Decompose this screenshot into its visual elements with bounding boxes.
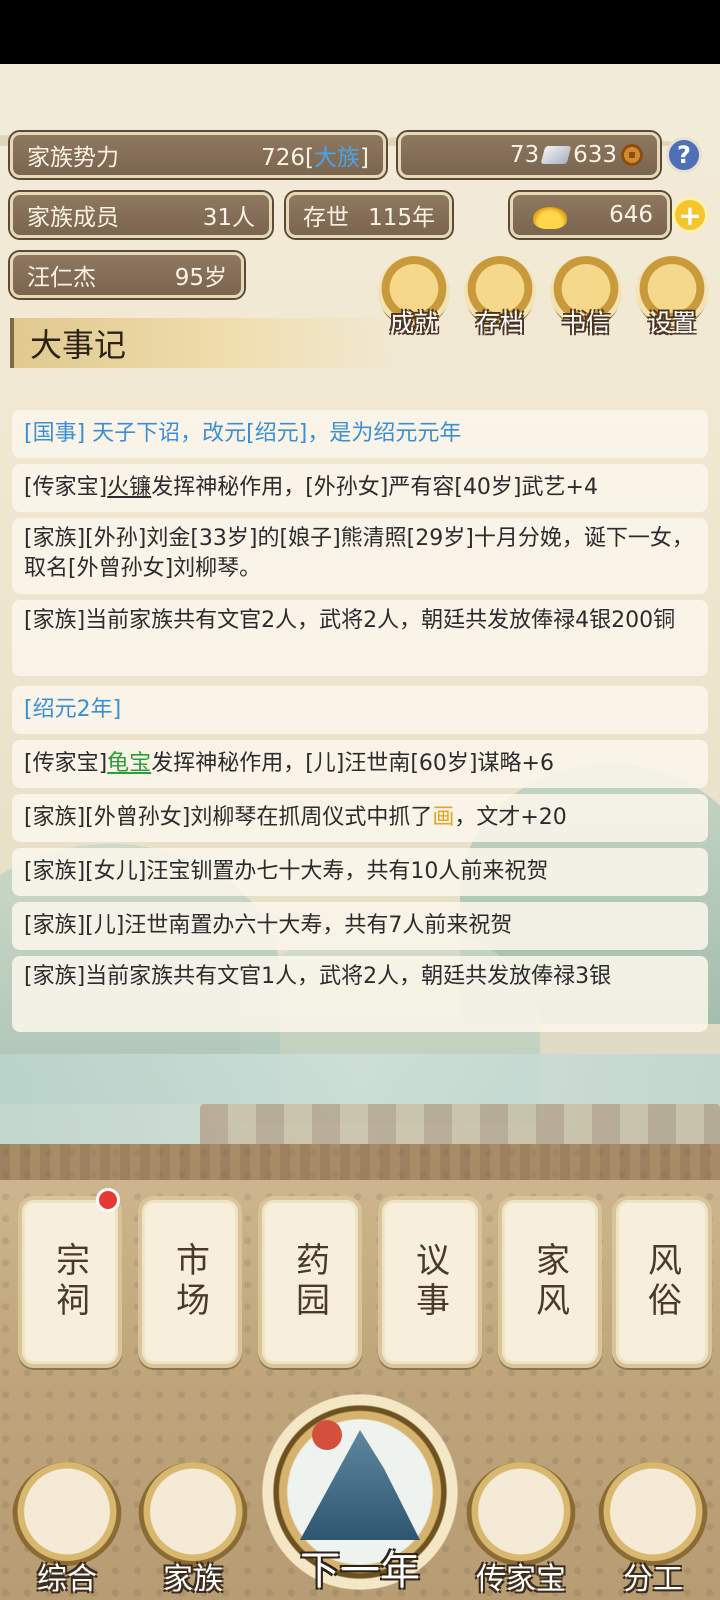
pattern-band (0, 1144, 720, 1180)
event-text: ，文才+20 (454, 805, 567, 830)
nav-division-label[interactable]: 分工 (598, 1554, 708, 1598)
family-power-label: 家族势力 (27, 145, 119, 171)
building-label: 宗祠 (49, 1242, 90, 1322)
event-item: [传家宝] 龟宝 发挥神秘作用，[儿]汪世南[60岁]谋略+6 (12, 740, 708, 788)
leader-bar[interactable]: 汪仁杰 95岁 (10, 252, 244, 298)
building-label: 药园 (289, 1242, 330, 1322)
building-label: 风俗 (641, 1242, 682, 1322)
help-icon[interactable]: ? (666, 137, 702, 173)
currency-bar[interactable]: 73 633 (398, 132, 660, 178)
gold-value: 646 (609, 202, 653, 228)
letter-button[interactable]: 书信 (550, 256, 622, 337)
event-item: [家族][外曾孙女]刘柳琴在抓周仪式中抓了画，文才+20 (12, 794, 708, 842)
settings-label: 设置 (648, 309, 696, 337)
building-herb-garden[interactable]: 药园 (258, 1196, 362, 1368)
building-customs[interactable]: 风俗 (612, 1196, 712, 1368)
event-item: [家族]当前家族共有文官1人，武将2人，朝廷共发放俸禄3银 (12, 956, 708, 1032)
members-value: 31人 (202, 205, 255, 231)
silver-value: 73 (509, 142, 540, 168)
event-text: 发挥神秘作用，[儿]汪世南[60岁]谋略+6 (151, 751, 554, 776)
heirloom-link[interactable]: 火镰 (107, 473, 151, 503)
family-members-bar[interactable]: 家族成员 31人 (10, 192, 272, 238)
building-market[interactable]: 市场 (138, 1196, 242, 1368)
event-tag: [传家宝] (24, 751, 108, 776)
existence-value: 115年 (368, 205, 435, 231)
village-illustration (200, 1104, 720, 1144)
event-item: [家族][儿]汪世南置办六十大寿，共有7人前来祝贺 (12, 902, 708, 950)
leader-age: 95岁 (174, 265, 227, 291)
settings-button[interactable]: 设置 (636, 256, 708, 337)
next-year-label[interactable]: 下一年 (270, 1538, 450, 1596)
family-power-value: 726[大族] (261, 138, 369, 172)
gold-ingot-icon (533, 207, 567, 229)
save-button[interactable]: 存档 (464, 256, 536, 337)
copper-value: 633 (573, 142, 617, 168)
building-label: 议事 (409, 1242, 450, 1322)
event-item: [传家宝] 火镰 发挥神秘作用，[外孙女]严有容[40岁]武艺+4 (12, 464, 708, 512)
event-text: [家族][外曾孙女]刘柳琴在抓周仪式中抓了 (24, 805, 433, 830)
existence-bar: 存世 115年 (286, 192, 452, 238)
building-label: 市场 (169, 1242, 210, 1322)
status-bar (0, 0, 720, 64)
power-bracket-close: ] (360, 145, 369, 171)
building-family-style[interactable]: 家风 (498, 1196, 602, 1368)
heirloom-link[interactable]: 龟宝 (107, 749, 151, 779)
building-council[interactable]: 议事 (378, 1196, 482, 1368)
silver-ingot-icon (540, 146, 572, 164)
event-item: [家族][外孙]刘金[33岁]的[娘子]熊清照[29岁]十月分娩，诞下一女，取名… (12, 518, 708, 594)
year-divider: [绍元2年] (12, 686, 708, 734)
notification-badge (96, 1188, 120, 1212)
event-item: [国事] 天子下诏，改元[绍元]，是为绍元元年 (12, 410, 708, 458)
building-label: 家风 (529, 1242, 570, 1322)
event-tag: [传家宝] (24, 475, 108, 500)
existence-label: 存世 (303, 205, 349, 231)
copper-coin-icon (621, 144, 643, 166)
event-text: 发挥神秘作用，[外孙女]严有容[40岁]武艺+4 (151, 475, 598, 500)
add-gold-icon[interactable]: + (672, 197, 708, 233)
building-ancestral-hall[interactable]: 宗祠 (18, 1196, 122, 1368)
nav-family-label[interactable]: 家族 (138, 1554, 248, 1598)
event-item: [家族][女儿]汪宝钏置办七十大寿，共有10人前来祝贺 (12, 848, 708, 896)
family-power-bar[interactable]: 家族势力 726[大族] (10, 132, 386, 178)
item-highlight: 画 (432, 805, 455, 830)
gold-bar[interactable]: 646 (510, 192, 670, 238)
nav-heirloom-label[interactable]: 传家宝 (456, 1554, 586, 1598)
power-level: 大族 (314, 145, 361, 171)
leader-name: 汪仁杰 (27, 265, 96, 291)
chronicle-title: 大事记 (10, 318, 400, 368)
nav-overview-label[interactable]: 综合 (12, 1554, 122, 1598)
sun-icon (312, 1420, 342, 1450)
power-bracket-open: [ (305, 145, 315, 171)
letter-label: 书信 (562, 309, 610, 337)
members-label: 家族成员 (27, 205, 119, 231)
event-item: [家族]当前家族共有文官2人，武将2人，朝廷共发放俸禄4银200铜 (12, 600, 708, 676)
power-number: 726 (261, 145, 306, 171)
save-label: 存档 (476, 309, 524, 337)
